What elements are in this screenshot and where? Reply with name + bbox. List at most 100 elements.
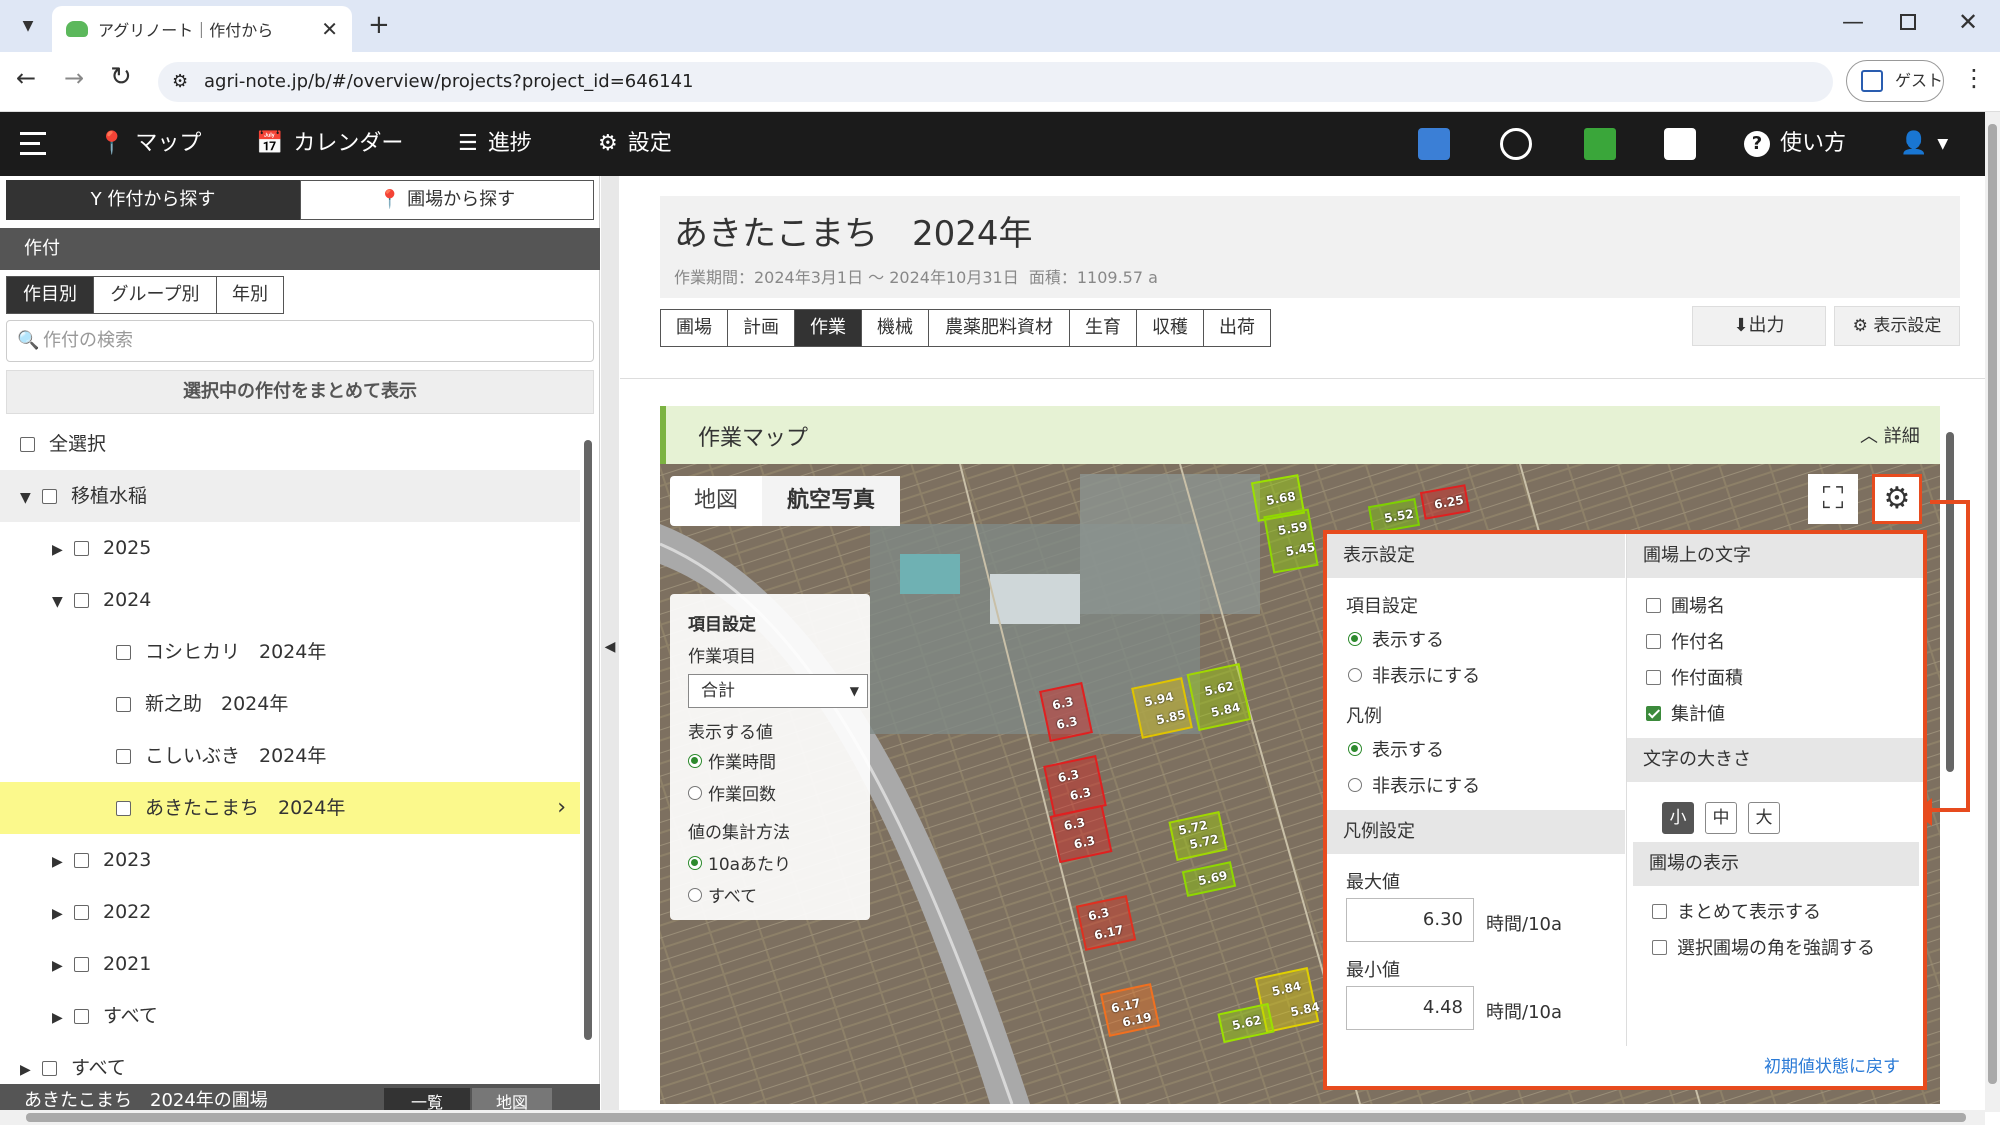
- collapsed-triangle-icon[interactable]: ▶: [52, 940, 74, 992]
- export-button[interactable]: ⬇出力: [1692, 306, 1826, 346]
- checkbox[interactable]: [74, 905, 89, 920]
- reset-defaults-link[interactable]: 初期値状態に戻す: [1764, 1052, 1900, 1077]
- size-small-button[interactable]: 小: [1662, 802, 1694, 834]
- checkbox[interactable]: [1646, 597, 1661, 613]
- chk-crop-name[interactable]: 作付名: [1646, 628, 1725, 654]
- checkbox[interactable]: [74, 541, 89, 556]
- radio[interactable]: [688, 785, 702, 800]
- tab-plan[interactable]: 計画: [727, 309, 795, 347]
- map-settings-button[interactable]: ⚙: [1872, 474, 1922, 524]
- checkbox[interactable]: [116, 801, 131, 816]
- tab-map[interactable]: 地図: [670, 476, 762, 526]
- collapse-panel-handle[interactable]: ◀: [601, 176, 619, 1118]
- fullscreen-button[interactable]: ⛶: [1808, 474, 1858, 524]
- opt-work-count[interactable]: 作業回数: [688, 780, 776, 805]
- restore-icon[interactable]: [1900, 14, 1916, 30]
- minimize-icon[interactable]: —: [1842, 10, 1864, 35]
- guest-profile-button[interactable]: ゲスト: [1846, 60, 1944, 102]
- crop-search-input[interactable]: 🔍 作付の検索: [6, 320, 594, 362]
- reload-icon[interactable]: ↻: [110, 62, 132, 92]
- radio[interactable]: [1348, 668, 1362, 682]
- tree-item-2022[interactable]: ▶ 2022: [0, 886, 580, 938]
- map-field[interactable]: 5.59 5.45: [1263, 508, 1319, 574]
- url-field[interactable]: ⚙ agri-note.jp/b/#/overview/projects?pro…: [158, 62, 1833, 102]
- collapsed-triangle-icon[interactable]: ▶: [52, 836, 74, 888]
- menu-toggle-icon[interactable]: [20, 132, 50, 156]
- tree-item-2023[interactable]: ▶ 2023: [0, 834, 580, 886]
- expanded-triangle-icon[interactable]: ▼: [52, 576, 74, 628]
- size-medium-button[interactable]: 中: [1705, 802, 1737, 834]
- tab-fields[interactable]: 圃場: [660, 309, 728, 347]
- expanded-triangle-icon[interactable]: ▼: [20, 472, 42, 524]
- nav-settings[interactable]: ⚙ 設定: [598, 112, 672, 176]
- tree-item-akitakomachi[interactable]: あきたこまち 2024年 ›: [0, 782, 580, 834]
- page-scrollbar-horizontal[interactable]: [0, 1110, 1985, 1125]
- forward-icon[interactable]: →: [64, 64, 84, 92]
- sheet-app-icon[interactable]: [1584, 128, 1616, 160]
- size-large-button[interactable]: 大: [1748, 802, 1780, 834]
- chk-combine-display[interactable]: まとめて表示する: [1652, 898, 1821, 924]
- radio[interactable]: [1348, 742, 1362, 756]
- mgr-app-icon[interactable]: [1418, 128, 1450, 160]
- radio[interactable]: [688, 887, 702, 902]
- checkbox[interactable]: [20, 437, 35, 452]
- checkbox[interactable]: [116, 645, 131, 660]
- chk-field-name[interactable]: 圃場名: [1646, 592, 1725, 618]
- chat-icon[interactable]: [1664, 128, 1696, 160]
- checkbox[interactable]: [74, 593, 89, 608]
- tree-item-koshihikari[interactable]: コシヒカリ 2024年: [0, 626, 580, 678]
- checkbox[interactable]: [42, 489, 57, 504]
- page-hscroll-thumb[interactable]: [26, 1113, 1966, 1122]
- collapsed-triangle-icon[interactable]: ▶: [52, 992, 74, 1044]
- tab-growth[interactable]: 生育: [1069, 309, 1137, 347]
- opt-legend-hide[interactable]: 非表示にする: [1348, 772, 1480, 798]
- tab-work[interactable]: 作業: [794, 309, 862, 347]
- collapsed-triangle-icon[interactable]: ▶: [52, 524, 74, 576]
- checkbox[interactable]: [1646, 705, 1661, 721]
- window-close-icon[interactable]: ✕: [1958, 8, 1978, 36]
- nav-help[interactable]: ? 使い方: [1744, 112, 1846, 176]
- seg-by-year[interactable]: 年別: [216, 276, 284, 314]
- checkbox[interactable]: [116, 697, 131, 712]
- min-value-input[interactable]: 4.48: [1346, 986, 1474, 1030]
- page-scrollbar-vertical[interactable]: [1985, 112, 2000, 1112]
- checkbox[interactable]: [74, 1009, 89, 1024]
- seg-by-item[interactable]: 作目別: [6, 276, 94, 314]
- tab-aerial[interactable]: 航空写真: [762, 476, 900, 526]
- user-menu[interactable]: 👤 ▼: [1900, 112, 1948, 176]
- seg-by-group[interactable]: グループ別: [93, 276, 217, 314]
- tab-harvest[interactable]: 収穫: [1136, 309, 1204, 347]
- circle-app-icon[interactable]: [1500, 128, 1532, 160]
- back-icon[interactable]: ←: [16, 64, 36, 92]
- chk-aggregate-value[interactable]: 集計値: [1646, 700, 1725, 726]
- opt-all[interactable]: すべて: [688, 882, 757, 907]
- max-value-input[interactable]: 6.30: [1346, 898, 1474, 942]
- checkbox[interactable]: [74, 853, 89, 868]
- tree-item-2021[interactable]: ▶ 2021: [0, 938, 580, 990]
- new-tab-icon[interactable]: +: [368, 10, 390, 40]
- radio[interactable]: [688, 855, 702, 870]
- collapsed-triangle-icon[interactable]: ▶: [52, 888, 74, 940]
- site-info-icon[interactable]: ⚙: [172, 62, 188, 102]
- tree-item-all-years[interactable]: ▶ すべて: [0, 990, 580, 1042]
- checkbox[interactable]: [1652, 903, 1667, 919]
- tree-select-all[interactable]: 全選択: [0, 418, 580, 470]
- tree-item-transplant-rice[interactable]: ▼ 移植水稲: [0, 470, 580, 522]
- radio[interactable]: [1348, 778, 1362, 792]
- map-field[interactable]: 5.94 5.85: [1131, 677, 1193, 739]
- map-field[interactable]: 5.62 5.84: [1186, 663, 1252, 731]
- show-selected-button[interactable]: 選択中の作付をまとめて表示: [6, 370, 594, 414]
- tab-search-by-crop[interactable]: Y 作付から探す: [6, 180, 300, 220]
- chk-crop-area[interactable]: 作付面積: [1646, 664, 1743, 690]
- browser-tab[interactable]: アグリノート｜作付から ✕: [52, 6, 352, 52]
- work-item-select[interactable]: 合計 ▼: [688, 674, 868, 708]
- checkbox[interactable]: [116, 749, 131, 764]
- opt-per-10a[interactable]: 10aあたり: [688, 850, 791, 875]
- radio[interactable]: [1348, 632, 1362, 646]
- opt-item-show[interactable]: 表示する: [1348, 626, 1444, 652]
- checkbox[interactable]: [42, 1061, 57, 1076]
- opt-legend-show[interactable]: 表示する: [1348, 736, 1444, 762]
- detail-toggle[interactable]: ︿ 詳細: [1860, 422, 1920, 448]
- radio[interactable]: [688, 753, 702, 768]
- checkbox[interactable]: [1646, 633, 1661, 649]
